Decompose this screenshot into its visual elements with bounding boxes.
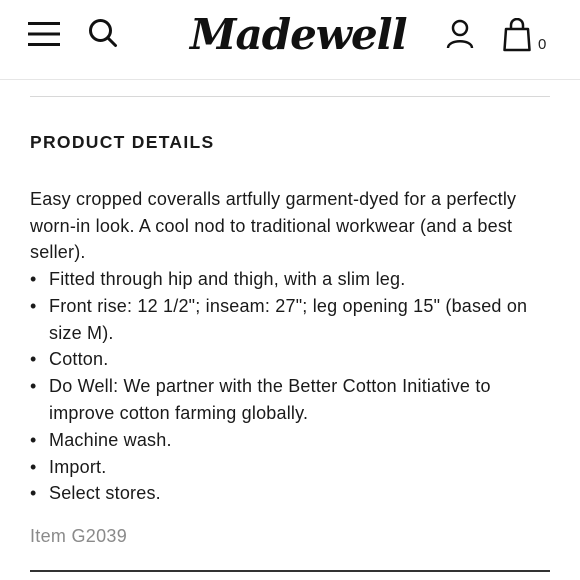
section-divider: [30, 96, 550, 97]
search-button[interactable]: [86, 16, 120, 50]
search-icon: [89, 19, 117, 47]
product-description: Easy cropped coveralls artfully garment-…: [30, 189, 517, 262]
list-item: Cotton.: [30, 346, 556, 373]
list-item: Fitted through hip and thigh, with a sli…: [30, 266, 556, 293]
section-divider-bottom: [30, 570, 550, 572]
user-icon: [446, 19, 474, 49]
item-number: Item G2039: [30, 526, 128, 546]
site-header: Madewell 0: [0, 0, 580, 80]
list-item: Import.: [30, 454, 556, 481]
brand-logo[interactable]: Madewell: [190, 6, 408, 64]
account-button[interactable]: [442, 16, 478, 52]
menu-button[interactable]: [26, 18, 62, 50]
list-item: Select stores.: [30, 480, 556, 507]
list-item: Machine wash.: [30, 427, 556, 454]
shopping-bag-button[interactable]: 0: [500, 14, 554, 58]
menu-icon: [28, 22, 60, 46]
shopping-bag-icon: [503, 18, 531, 52]
bag-count-badge: 0: [538, 36, 547, 53]
product-details-heading: PRODUCT DETAILS: [30, 132, 215, 152]
list-item: Front rise: 12 1/2"; inseam: 27"; leg op…: [30, 293, 556, 347]
product-details-list: Fitted through hip and thigh, with a sli…: [30, 266, 556, 507]
list-item: Do Well: We partner with the Better Cott…: [30, 373, 556, 427]
